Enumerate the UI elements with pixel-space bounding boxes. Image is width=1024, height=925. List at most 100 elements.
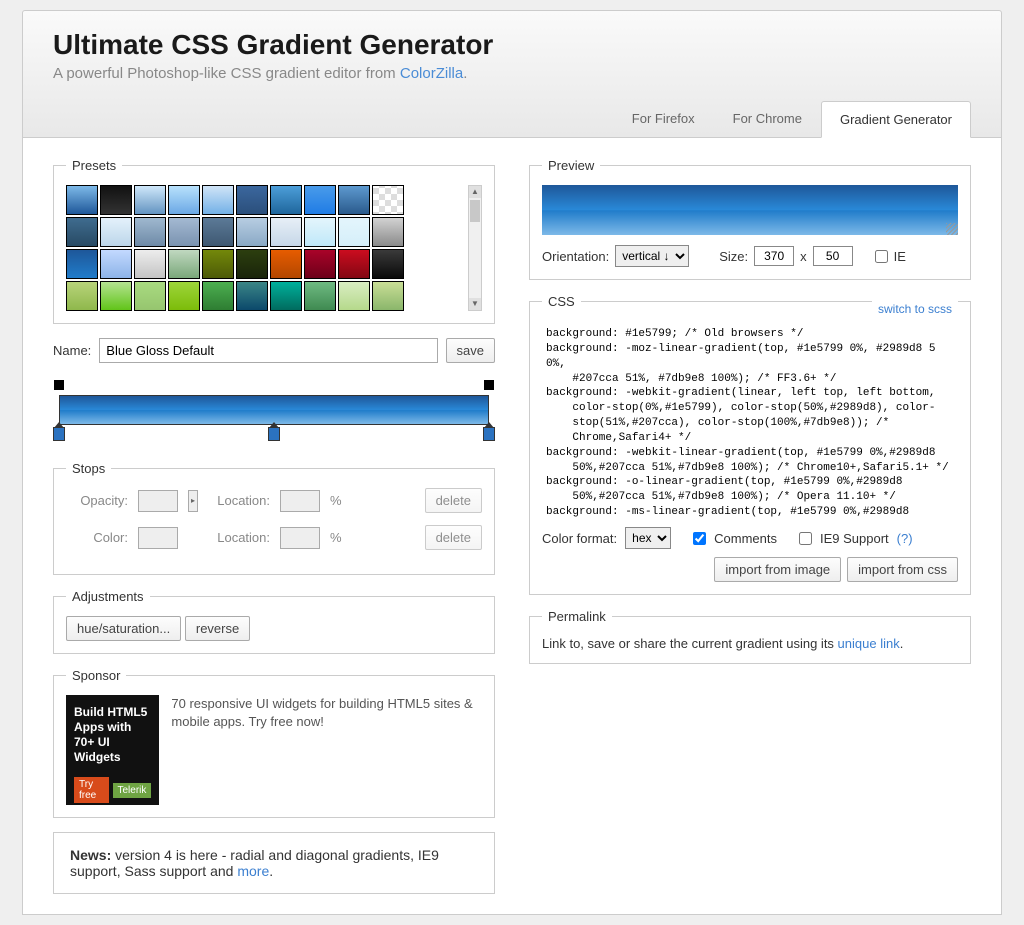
preset-swatch-38[interactable] bbox=[338, 281, 370, 311]
news-more-link[interactable]: more bbox=[237, 863, 269, 879]
preset-swatch-9[interactable] bbox=[372, 185, 404, 215]
scroll-down-icon[interactable]: ▼ bbox=[469, 298, 481, 310]
unique-link[interactable]: unique link bbox=[838, 636, 900, 651]
size-width-input[interactable] bbox=[754, 246, 794, 266]
hue-saturation-button[interactable]: hue/saturation... bbox=[66, 616, 181, 641]
color-input[interactable] bbox=[138, 527, 178, 549]
ie-label: IE bbox=[894, 249, 906, 264]
preset-swatch-3[interactable] bbox=[168, 185, 200, 215]
preset-swatch-36[interactable] bbox=[270, 281, 302, 311]
preset-swatch-21[interactable] bbox=[100, 249, 132, 279]
tab-firefox[interactable]: For Firefox bbox=[613, 100, 714, 137]
preset-swatch-28[interactable] bbox=[338, 249, 370, 279]
preset-swatch-10[interactable] bbox=[66, 217, 98, 247]
color-stop-1[interactable] bbox=[268, 427, 280, 441]
preset-swatch-35[interactable] bbox=[236, 281, 268, 311]
color-location-label: Location: bbox=[208, 530, 270, 545]
opacity-input[interactable] bbox=[138, 490, 178, 512]
gradient-bar[interactable] bbox=[59, 395, 489, 425]
preset-swatch-6[interactable] bbox=[270, 185, 302, 215]
permalink-text-pre: Link to, save or share the current gradi… bbox=[542, 636, 838, 651]
color-pct: % bbox=[330, 530, 342, 545]
preset-swatch-27[interactable] bbox=[304, 249, 336, 279]
opacity-location-label: Location: bbox=[208, 493, 270, 508]
preset-swatch-19[interactable] bbox=[372, 217, 404, 247]
color-format-select[interactable]: hex bbox=[625, 527, 671, 549]
preset-swatch-34[interactable] bbox=[202, 281, 234, 311]
sponsor-ad-title: Build HTML5 Apps with 70+ UI Widgets bbox=[74, 705, 151, 765]
preset-swatch-26[interactable] bbox=[270, 249, 302, 279]
preset-swatch-7[interactable] bbox=[304, 185, 336, 215]
preset-swatch-31[interactable] bbox=[100, 281, 132, 311]
preset-swatch-33[interactable] bbox=[168, 281, 200, 311]
name-input[interactable] bbox=[99, 338, 437, 363]
opacity-stop-start[interactable] bbox=[53, 379, 65, 391]
ie-checkbox[interactable] bbox=[875, 250, 888, 263]
presets-scrollbar[interactable]: ▲ ▼ bbox=[468, 185, 482, 311]
ie9-checkbox[interactable] bbox=[799, 532, 812, 545]
sponsor-ad[interactable]: Build HTML5 Apps with 70+ UI Widgets Try… bbox=[66, 695, 159, 805]
tab-gradient-generator[interactable]: Gradient Generator bbox=[821, 101, 971, 138]
preset-swatch-37[interactable] bbox=[304, 281, 336, 311]
preset-swatch-4[interactable] bbox=[202, 185, 234, 215]
color-stop-2[interactable] bbox=[483, 427, 495, 441]
preview-box bbox=[542, 185, 958, 235]
sponsor-legend: Sponsor bbox=[66, 668, 126, 683]
subtitle: A powerful Photoshop-like CSS gradient e… bbox=[53, 65, 971, 82]
preset-swatch-39[interactable] bbox=[372, 281, 404, 311]
switch-scss-link[interactable]: switch to scss bbox=[878, 302, 952, 316]
resize-handle-icon[interactable] bbox=[946, 223, 958, 235]
reverse-button[interactable]: reverse bbox=[185, 616, 250, 641]
preset-swatch-11[interactable] bbox=[100, 217, 132, 247]
comments-checkbox[interactable] bbox=[693, 532, 706, 545]
preset-swatch-23[interactable] bbox=[168, 249, 200, 279]
news-bold: News: bbox=[70, 847, 111, 863]
preset-swatch-16[interactable] bbox=[270, 217, 302, 247]
opacity-delete-button[interactable]: delete bbox=[425, 488, 482, 513]
scroll-up-icon[interactable]: ▲ bbox=[469, 186, 481, 198]
sponsor-panel: Sponsor Build HTML5 Apps with 70+ UI Wid… bbox=[53, 668, 495, 818]
adjustments-panel: Adjustments hue/saturation... reverse bbox=[53, 589, 495, 654]
color-stop-0[interactable] bbox=[53, 427, 65, 441]
tabs: For Firefox For Chrome Gradient Generato… bbox=[53, 100, 971, 137]
save-button[interactable]: save bbox=[446, 338, 495, 363]
css-output[interactable]: background: #1e5799; /* Old browsers */ … bbox=[542, 321, 958, 521]
import-from-image-button[interactable]: import from image bbox=[714, 557, 841, 582]
preset-swatch-17[interactable] bbox=[304, 217, 336, 247]
preset-swatch-32[interactable] bbox=[134, 281, 166, 311]
preset-swatch-5[interactable] bbox=[236, 185, 268, 215]
colorzilla-link[interactable]: ColorZilla bbox=[400, 65, 463, 82]
preset-swatch-0[interactable] bbox=[66, 185, 98, 215]
preset-swatch-8[interactable] bbox=[338, 185, 370, 215]
preset-swatch-30[interactable] bbox=[66, 281, 98, 311]
size-height-input[interactable] bbox=[813, 246, 853, 266]
orientation-select[interactable]: vertical ↓ bbox=[615, 245, 689, 267]
preset-swatch-12[interactable] bbox=[134, 217, 166, 247]
sponsor-text: 70 responsive UI widgets for building HT… bbox=[171, 695, 482, 731]
preset-swatch-29[interactable] bbox=[372, 249, 404, 279]
preset-swatch-15[interactable] bbox=[236, 217, 268, 247]
preset-swatch-24[interactable] bbox=[202, 249, 234, 279]
color-location-input[interactable] bbox=[280, 527, 320, 549]
opacity-stop-end[interactable] bbox=[483, 379, 495, 391]
news-box: News: version 4 is here - radial and dia… bbox=[53, 832, 495, 894]
preview-panel: Preview Orientation: vertical ↓ Size: x … bbox=[529, 158, 971, 280]
preset-swatch-13[interactable] bbox=[168, 217, 200, 247]
tab-chrome[interactable]: For Chrome bbox=[714, 100, 821, 137]
preset-swatch-18[interactable] bbox=[338, 217, 370, 247]
color-delete-button[interactable]: delete bbox=[425, 525, 482, 550]
gradient-editor[interactable] bbox=[59, 377, 489, 449]
preset-swatch-20[interactable] bbox=[66, 249, 98, 279]
preset-swatch-25[interactable] bbox=[236, 249, 268, 279]
scroll-thumb[interactable] bbox=[470, 200, 480, 222]
opacity-location-input[interactable] bbox=[280, 490, 320, 512]
css-panel: CSS switch to scss background: #1e5799; … bbox=[529, 294, 971, 595]
import-from-css-button[interactable]: import from css bbox=[847, 557, 958, 582]
preset-swatch-1[interactable] bbox=[100, 185, 132, 215]
preset-swatch-2[interactable] bbox=[134, 185, 166, 215]
help-icon[interactable]: (?) bbox=[897, 531, 913, 546]
tryfree-badge: Try free bbox=[74, 777, 109, 803]
opacity-picker-icon[interactable]: ▸ bbox=[188, 490, 198, 512]
preset-swatch-22[interactable] bbox=[134, 249, 166, 279]
preset-swatch-14[interactable] bbox=[202, 217, 234, 247]
